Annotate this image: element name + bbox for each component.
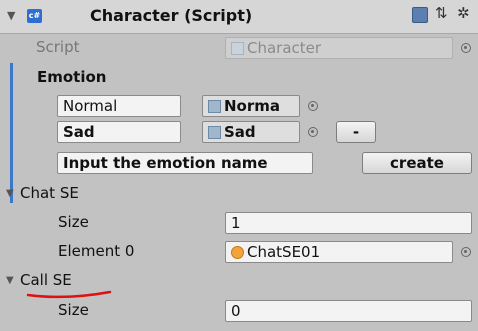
emotion-name-field[interactable]: Sad	[57, 121, 181, 143]
emotion-sprite-field[interactable]: Norma	[202, 95, 300, 117]
emotion-sprite-value: Norma	[224, 97, 281, 115]
chat-se-foldout[interactable]: Chat SE	[20, 183, 79, 203]
foldout-arrow-icon[interactable]: ▼	[6, 275, 14, 286]
script-field: Character	[225, 37, 453, 59]
chat-se-element-label: Element 0	[58, 242, 135, 260]
emotion-header: Emotion	[37, 68, 107, 86]
sprite-icon	[208, 126, 221, 139]
csharp-script-icon: c#	[27, 9, 42, 23]
create-button[interactable]: create	[362, 152, 472, 174]
emotion-sprite-value: Sad	[224, 123, 256, 141]
object-picker-icon[interactable]	[308, 101, 318, 111]
object-picker-icon[interactable]	[461, 247, 471, 257]
object-picker-icon[interactable]	[308, 127, 318, 137]
gear-icon[interactable]: ✲	[457, 4, 470, 22]
script-label: Script	[36, 38, 80, 56]
call-se-size-label: Size	[58, 301, 89, 319]
script-value: Character	[247, 39, 322, 57]
audio-clip-icon	[231, 246, 244, 259]
chat-se-size-label: Size	[58, 213, 89, 231]
script-file-icon	[231, 42, 244, 55]
annotation-underline	[26, 290, 112, 299]
chat-se-element-value: ChatSE01	[247, 243, 321, 261]
foldout-arrow-icon[interactable]: ▼	[7, 9, 15, 22]
emotion-name-input[interactable]: Input the emotion name	[57, 152, 313, 174]
object-picker-icon[interactable]	[461, 43, 471, 53]
preset-sliders-icon[interactable]: ⇅	[435, 4, 448, 22]
section-accent-bar	[10, 63, 13, 203]
component-title: Character (Script)	[90, 6, 253, 25]
chat-se-size-field[interactable]: 1	[225, 212, 472, 234]
help-book-icon[interactable]	[412, 7, 428, 23]
foldout-arrow-icon[interactable]: ▼	[6, 188, 14, 199]
chat-se-element-field[interactable]: ChatSE01	[225, 241, 453, 263]
emotion-name-field[interactable]: Normal	[57, 95, 181, 117]
remove-emotion-button[interactable]: -	[336, 121, 376, 143]
emotion-sprite-field[interactable]: Sad	[202, 121, 300, 143]
sprite-icon	[208, 100, 221, 113]
call-se-foldout[interactable]: Call SE	[20, 270, 72, 290]
call-se-size-field[interactable]: 0	[225, 300, 472, 322]
